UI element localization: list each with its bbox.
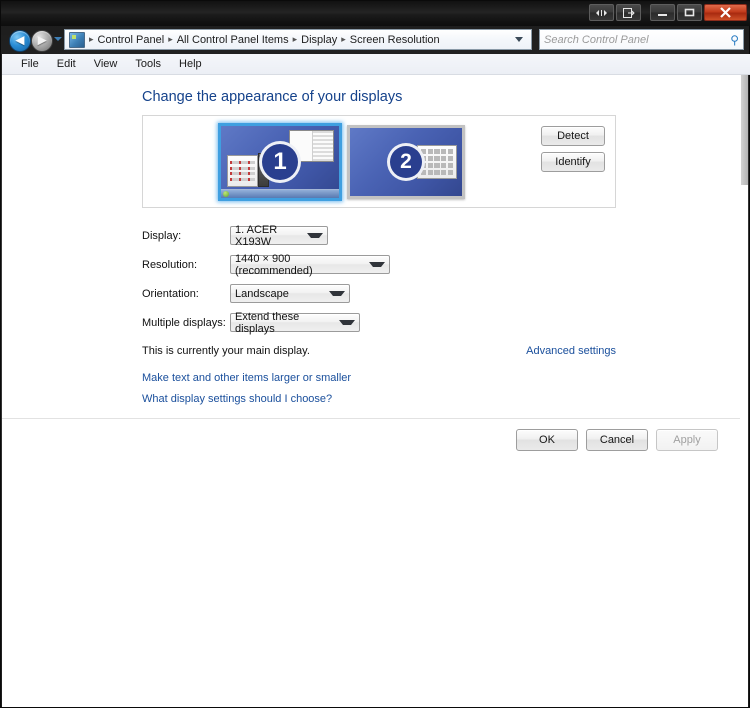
- make-text-larger-link[interactable]: Make text and other items larger or smal…: [142, 372, 351, 384]
- chevron-down-icon: [339, 320, 355, 325]
- display-preview-panel: 1 2 Detect Identify: [142, 115, 616, 208]
- chevron-down-icon: [329, 291, 345, 296]
- menu-item-view[interactable]: View: [85, 56, 127, 72]
- breadcrumb-control-panel[interactable]: Control Panel: [95, 33, 168, 47]
- orientation-label: Orientation:: [142, 287, 199, 300]
- window-controls: [589, 4, 747, 21]
- detach-button[interactable]: [616, 4, 641, 21]
- monitor-1-number: 1: [259, 141, 301, 183]
- identify-button[interactable]: Identify: [541, 152, 605, 172]
- breadcrumb-chevron-down-icon[interactable]: [515, 37, 523, 42]
- control-panel-icon: [69, 31, 85, 48]
- minimize-icon: [658, 13, 667, 16]
- display-select-value: 1. ACER X193W: [235, 223, 278, 248]
- multiple-displays-row: Multiple displays: Extend these displays: [142, 308, 616, 337]
- scrollbar-thumb[interactable]: [741, 75, 748, 185]
- display-label: Display:: [142, 229, 182, 242]
- main-display-status: This is currently your main display.: [142, 345, 310, 357]
- controls-spacer: [643, 12, 648, 13]
- main-display-status-row: This is currently your main display. Adv…: [142, 345, 616, 357]
- close-button[interactable]: [704, 4, 747, 21]
- monitor-1-screen: 1: [221, 126, 339, 198]
- monitor-1[interactable]: 1: [218, 123, 342, 201]
- start-orb-icon: [223, 191, 229, 197]
- breadcrumb-screen-resolution[interactable]: Screen Resolution: [347, 33, 443, 47]
- history-dropdown-icon[interactable]: [54, 37, 62, 41]
- multiple-displays-select[interactable]: Extend these displays: [230, 310, 360, 335]
- resolution-row: Resolution: 1440 × 900 (recommended): [142, 250, 616, 279]
- gadget-row: [230, 178, 255, 182]
- chevron-down-icon: [307, 233, 323, 238]
- monitor-2-screen: 2: [350, 128, 462, 196]
- breadcrumb-all-control-panel-items[interactable]: All Control Panel Items: [174, 33, 292, 47]
- gadget-panel-icon: [227, 155, 258, 187]
- search-icon: ⚲: [730, 32, 739, 47]
- screen-resolution-window: ◀ ▶ ▸ Control Panel ▸ All Control Panel …: [0, 0, 750, 708]
- preview-buttons: Detect Identify: [541, 126, 605, 172]
- gadget-row: [230, 160, 255, 164]
- multiple-displays-label: Multiple displays:: [142, 316, 226, 329]
- back-arrow-icon: ◀: [15, 34, 25, 47]
- search-box[interactable]: ⚲: [539, 29, 744, 50]
- menu-item-edit[interactable]: Edit: [48, 56, 85, 72]
- breadcrumb-display[interactable]: Display: [298, 33, 340, 47]
- close-icon: [720, 7, 731, 18]
- breadcrumb-bar[interactable]: ▸ Control Panel ▸ All Control Panel Item…: [64, 29, 532, 50]
- monitor-arrangement: 1 2: [218, 123, 465, 201]
- multiple-displays-select-value: Extend these displays: [235, 310, 300, 335]
- resolution-label: Resolution:: [142, 258, 198, 271]
- display-row: Display: 1. ACER X193W: [142, 221, 616, 250]
- menu-item-file[interactable]: File: [12, 56, 48, 72]
- maximize-button[interactable]: [677, 4, 702, 21]
- display-settings-form: Display: 1. ACER X193W Resolution: 1440 …: [142, 221, 616, 337]
- resize-arrows-icon: [596, 9, 607, 16]
- detect-button[interactable]: Detect: [541, 126, 605, 146]
- menu-bar: File Edit View Tools Help: [2, 54, 750, 75]
- footer-divider: [2, 418, 742, 419]
- which-display-settings-link[interactable]: What display settings should I choose?: [142, 393, 332, 405]
- resolution-select[interactable]: 1440 × 900 (recommended): [230, 252, 390, 277]
- monitor-2-number: 2: [387, 143, 425, 181]
- back-button[interactable]: ◀: [9, 30, 31, 52]
- search-input[interactable]: [544, 33, 724, 46]
- ok-button[interactable]: OK: [516, 429, 578, 451]
- monitor-2[interactable]: 2: [347, 125, 465, 199]
- window-thumbnail-right: [313, 131, 333, 161]
- title-bar: [1, 1, 750, 26]
- minimize-button[interactable]: [650, 4, 675, 21]
- forward-arrow-icon: ▶: [37, 34, 47, 47]
- display-select[interactable]: 1. ACER X193W: [230, 223, 328, 248]
- orientation-select[interactable]: Landscape: [230, 284, 350, 303]
- advanced-settings-link[interactable]: Advanced settings: [526, 345, 616, 357]
- orientation-row: Orientation: Landscape: [142, 279, 616, 308]
- page-title: Change the appearance of your displays: [142, 89, 403, 105]
- detach-icon: [622, 7, 635, 18]
- menu-item-help[interactable]: Help: [170, 56, 211, 72]
- apply-button: Apply: [656, 429, 718, 451]
- forward-button[interactable]: ▶: [31, 30, 53, 52]
- orientation-select-value: Landscape: [235, 287, 289, 300]
- cancel-button[interactable]: Cancel: [586, 429, 648, 451]
- resolution-select-value: 1440 × 900 (recommended): [235, 252, 313, 277]
- content-area: Change the appearance of your displays 1…: [2, 75, 742, 707]
- address-bar: ◀ ▶ ▸ Control Panel ▸ All Control Panel …: [1, 26, 750, 54]
- menu-item-tools[interactable]: Tools: [126, 56, 170, 72]
- dialog-buttons: OK Cancel Apply: [516, 429, 718, 451]
- chevron-down-icon: [369, 262, 385, 267]
- restore-size-button[interactable]: [589, 4, 614, 21]
- monitor-1-taskbar: [221, 189, 339, 198]
- gadget-row: [230, 166, 255, 170]
- maximize-icon: [684, 8, 695, 17]
- gadget-row: [230, 172, 255, 176]
